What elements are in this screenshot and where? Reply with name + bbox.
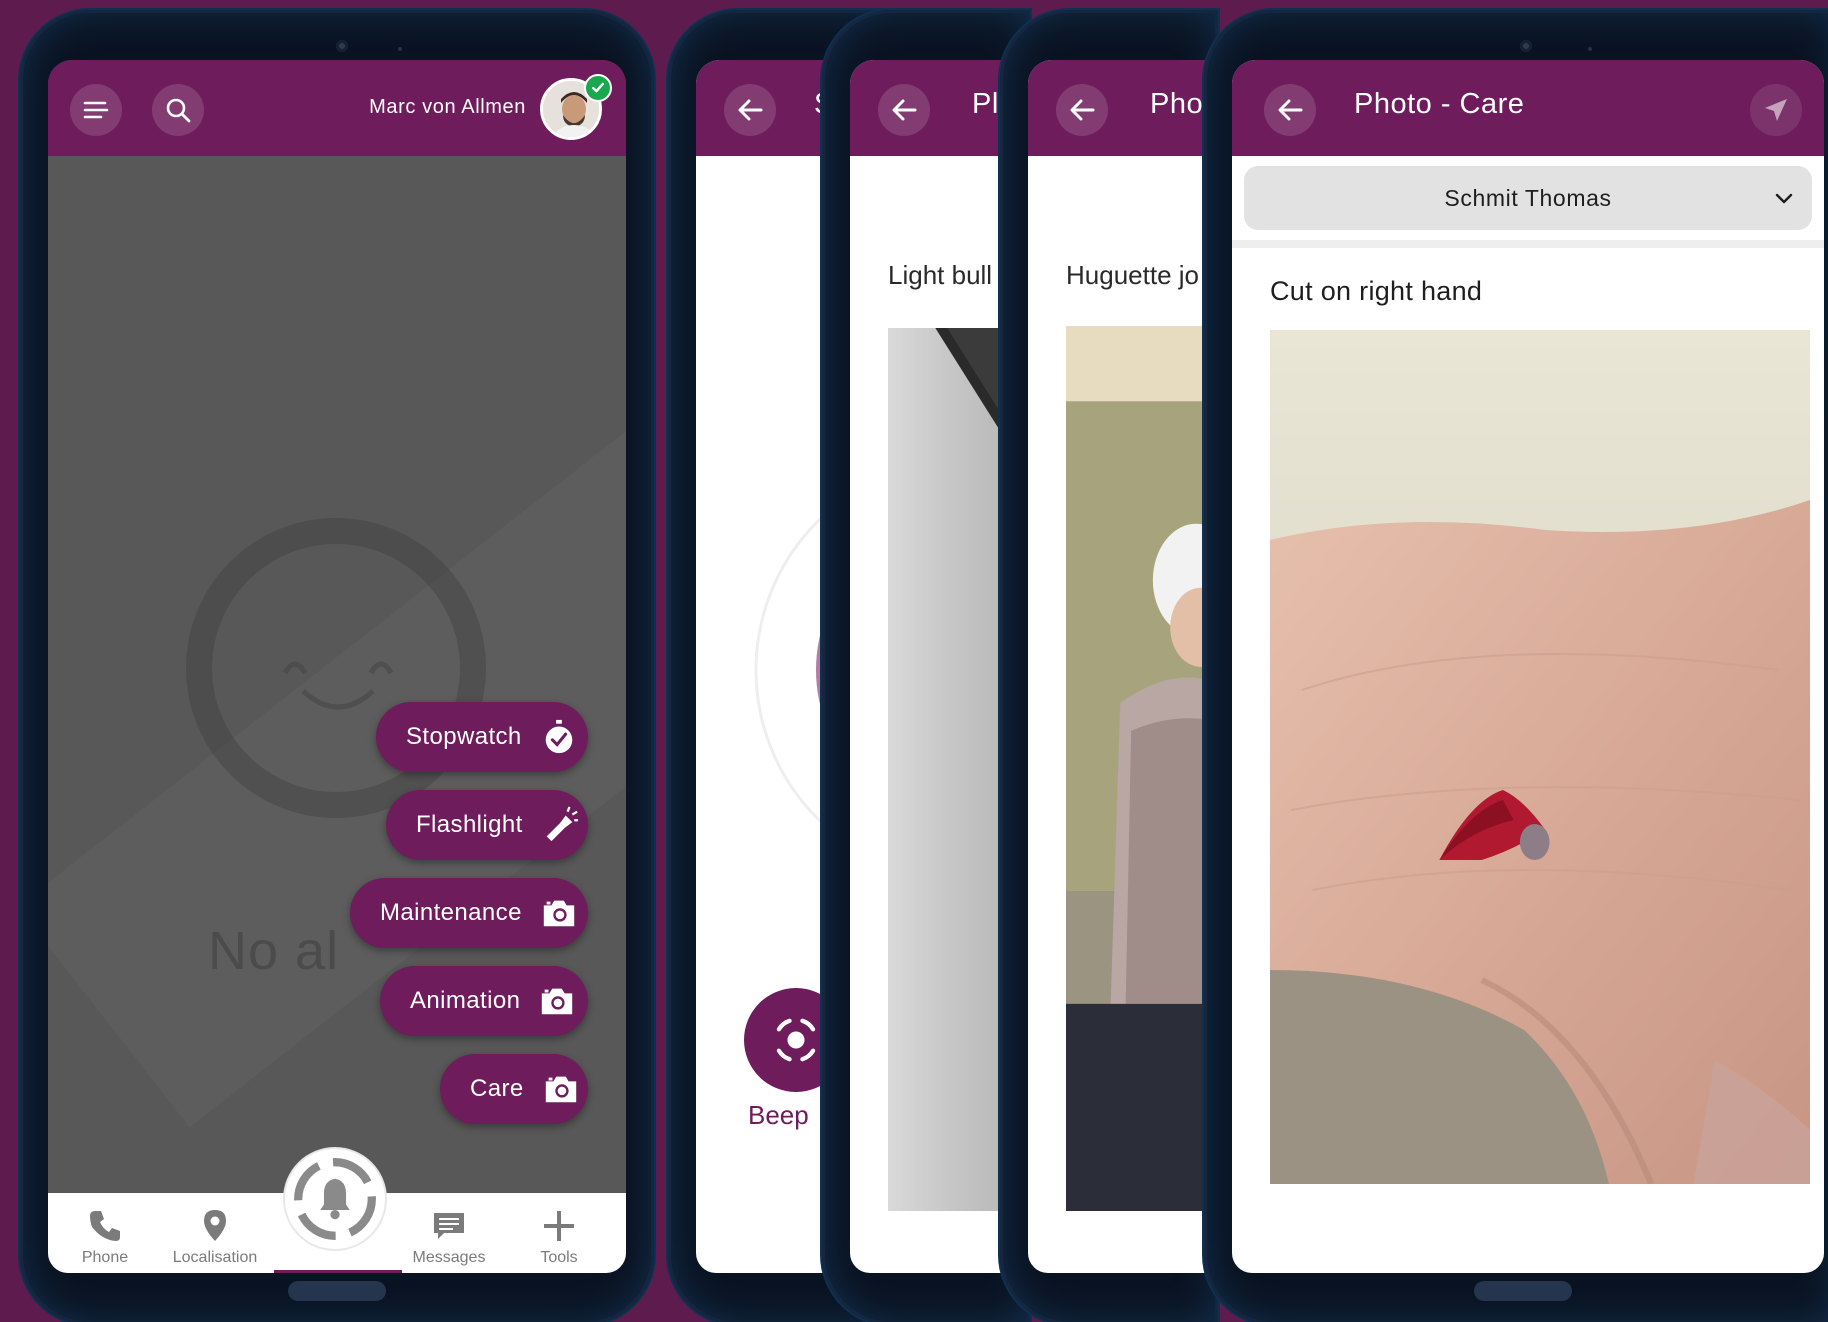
nav-phone[interactable]: Phone	[50, 1207, 160, 1267]
front-camera	[1520, 40, 1532, 52]
maintenance-photo-title: Light bull	[888, 260, 993, 290]
home-indicator	[1474, 1281, 1572, 1301]
animation-photo-title: Huguette jo	[1066, 260, 1199, 290]
flashlight-button[interactable]: Flashlight	[386, 790, 588, 860]
animation-label: Animation	[410, 987, 521, 1014]
animation-title: Pho	[1150, 88, 1204, 120]
phone-icon	[90, 1211, 120, 1241]
home-app-bar: Marc von Allmen	[48, 60, 626, 156]
alarm-tab-indicator	[274, 1270, 402, 1273]
care-screen: Photo - Care Schmit Thomas Cut on right …	[1232, 60, 1824, 1273]
plus-icon	[544, 1211, 574, 1241]
showcase-stage: No al Marc von Allmen Stopwatch Flashlig…	[0, 0, 1828, 1322]
search-icon	[166, 98, 191, 123]
menu-icon	[83, 101, 109, 119]
chevron-down-icon	[1775, 193, 1793, 204]
beep-icon	[776, 1018, 816, 1062]
maintenance-button[interactable]: Maintenance	[350, 878, 588, 948]
care-app-bar: Photo - Care	[1232, 60, 1824, 156]
animation-button[interactable]: Animation	[380, 966, 588, 1036]
send-button[interactable]	[1750, 84, 1802, 136]
no-alarm-text: No al	[208, 921, 340, 981]
back-arrow-icon	[892, 99, 917, 121]
nav-localisation[interactable]: Localisation	[160, 1207, 270, 1267]
animation-screen: Pho Huguette jo	[1028, 60, 1218, 1273]
back-button[interactable]	[724, 84, 776, 136]
online-status-badge	[584, 74, 612, 102]
nav-localisation-label: Localisation	[172, 1249, 258, 1266]
nav-tools-label: Tools	[540, 1249, 578, 1266]
back-button[interactable]	[1264, 84, 1316, 136]
care-button[interactable]: Care	[440, 1054, 588, 1124]
user-name: Marc von Allmen	[369, 96, 526, 118]
stopwatch-button[interactable]: Stopwatch	[376, 702, 588, 772]
alarm-bell-icon	[294, 1158, 376, 1240]
camera-icon	[538, 981, 576, 1021]
stopwatch-icon	[540, 717, 578, 757]
nav-tools[interactable]: Tools	[504, 1207, 614, 1267]
menu-button[interactable]	[70, 84, 122, 136]
nav-phone-label: Phone	[81, 1249, 129, 1266]
phone-care: Photo - Care Schmit Thomas Cut on right …	[1204, 10, 1828, 1322]
phone-home: No al Marc von Allmen Stopwatch Flashlig…	[20, 10, 654, 1322]
back-arrow-icon	[738, 99, 763, 121]
location-pin-icon	[204, 1210, 226, 1241]
back-arrow-icon	[1278, 99, 1303, 121]
care-photo-title: Cut on right hand	[1270, 276, 1483, 306]
care-photo	[1270, 330, 1810, 1184]
stopwatch-label: Stopwatch	[406, 723, 522, 750]
camera-icon	[542, 1069, 580, 1109]
flashlight-icon	[541, 805, 579, 845]
animation-photo	[1066, 326, 1218, 1211]
maintenance-label: Maintenance	[380, 899, 522, 926]
sensor-dot	[1588, 47, 1592, 51]
nav-messages-label: Messages	[412, 1249, 486, 1266]
divider	[1232, 240, 1824, 248]
sensor-dot	[398, 47, 402, 51]
search-button[interactable]	[152, 84, 204, 136]
send-icon	[1765, 99, 1787, 121]
home-indicator	[288, 1281, 386, 1301]
maintenance-title: Pl	[972, 88, 999, 120]
back-button[interactable]	[1056, 84, 1108, 136]
selected-person-label: Schmit Thomas	[1444, 184, 1612, 211]
home-screen: No al Marc von Allmen Stopwatch Flashlig…	[48, 60, 626, 1273]
check-icon	[592, 82, 604, 93]
nav-messages[interactable]: Messages	[394, 1207, 504, 1267]
back-button[interactable]	[878, 84, 930, 136]
beep-label: Beep	[748, 1100, 809, 1130]
care-title: Photo - Care	[1354, 88, 1525, 120]
alarm-button[interactable]	[285, 1149, 385, 1249]
smiley-icon	[282, 661, 394, 710]
front-camera	[336, 40, 348, 52]
care-label: Care	[470, 1075, 524, 1102]
flashlight-label: Flashlight	[416, 811, 523, 838]
camera-icon	[540, 893, 578, 933]
animation-app-bar: Pho	[1028, 60, 1218, 156]
phone-animation: Pho Huguette jo	[1000, 10, 1218, 1322]
message-icon	[434, 1213, 464, 1239]
phone-maintenance: Pl Light bull	[822, 10, 1030, 1322]
person-select[interactable]: Schmit Thomas	[1244, 166, 1812, 230]
back-arrow-icon	[1070, 99, 1095, 121]
